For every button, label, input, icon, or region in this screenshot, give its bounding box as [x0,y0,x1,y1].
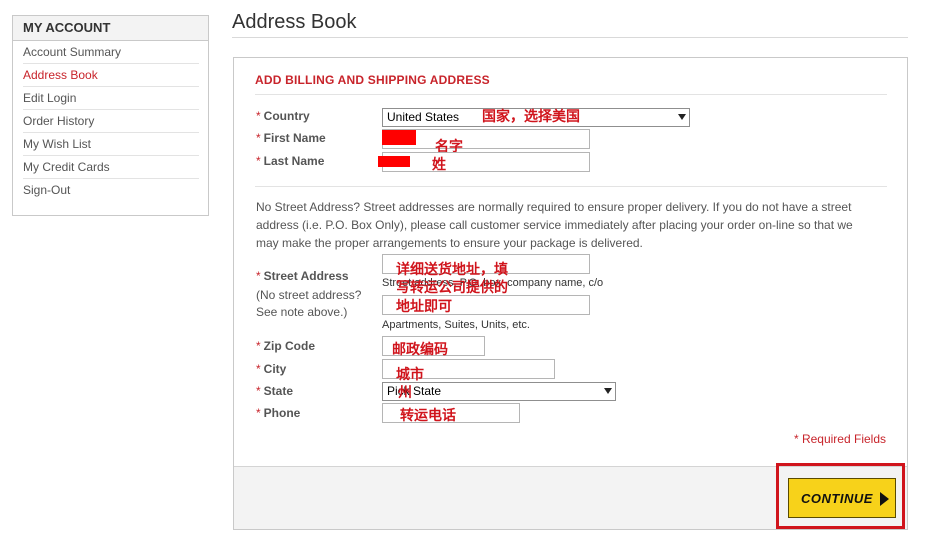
phone-label-text: Phone [263,406,301,420]
zip-annotation: 邮政编码 [392,341,448,357]
required-star: * [256,269,261,283]
street-address-line2-hint: Apartments, Suites, Units, etc. [382,319,530,331]
title-divider [232,37,908,38]
required-fields-note: * Required Fields [793,432,886,446]
required-star: * [256,339,261,353]
state-label: * State [256,384,293,398]
last-name-label: * Last Name [256,154,324,168]
phone-label: * Phone [256,406,300,420]
state-select[interactable]: Pick State [382,382,616,401]
state-label-text: State [263,384,294,398]
required-star: * [256,131,261,145]
country-select-value: United States [387,110,460,124]
country-annotation: 国家，选择美国 [482,108,580,124]
continue-button[interactable]: CONTINUE [788,478,896,518]
redaction-mark [378,156,410,167]
street-annotation-2: 写转运公司提供的 [396,279,508,295]
last-name-label-text: Last Name [263,154,325,168]
address-form-panel: ADD BILLING AND SHIPPING ADDRESS * Countr… [233,57,908,530]
chevron-down-icon [604,388,612,394]
play-arrow-icon [880,492,889,506]
redaction-mark [382,130,416,145]
chevron-down-icon [678,114,686,120]
city-annotation: 城市 [396,366,424,382]
form-divider [255,186,887,187]
required-star: * [256,154,261,168]
page-title: Address Book [232,11,357,33]
sidebar-item-edit-login[interactable]: Edit Login [23,87,199,110]
last-name-input[interactable] [382,152,590,172]
country-label: * Country [256,109,310,123]
sidebar-nav: Account Summary Address Book Edit Login … [13,41,208,202]
street-address-label-text: Street Address [263,269,349,283]
sidebar-title: MY ACCOUNT [13,16,208,41]
state-annotation: 州 [398,384,412,400]
sidebar-item-credit-cards[interactable]: My Credit Cards [23,156,199,179]
street-annotation-1: 详细送货地址，填 [396,261,508,277]
section-divider [255,94,887,95]
city-label: * City [256,362,286,376]
no-street-address-note: No Street Address? Street addresses are … [256,200,853,250]
sidebar-item-order-history[interactable]: Order History [23,110,199,133]
section-title: ADD BILLING AND SHIPPING ADDRESS [255,73,490,87]
account-sidebar: MY ACCOUNT Account Summary Address Book … [12,15,209,216]
sidebar-item-account-summary[interactable]: Account Summary [23,41,199,64]
sidebar-item-sign-out[interactable]: Sign-Out [23,179,199,202]
address-form-body: ADD BILLING AND SHIPPING ADDRESS * Countr… [234,58,907,466]
first-name-label: * First Name [256,131,326,145]
required-star: * [256,109,261,123]
required-star: * [256,362,261,376]
street-annotation-3: 地址即可 [396,298,452,314]
required-star: * [256,406,261,420]
continue-button-label: CONTINUE [801,491,873,506]
sidebar-item-address-book[interactable]: Address Book [23,64,199,87]
phone-annotation: 转运电话 [400,407,456,423]
last-name-annotation: 姓 [432,156,446,172]
zip-code-label: * Zip Code [256,339,315,353]
required-star: * [256,384,261,398]
sidebar-item-wish-list[interactable]: My Wish List [23,133,199,156]
first-name-label-text: First Name [263,131,326,145]
city-label-text: City [263,362,287,376]
zip-code-label-text: Zip Code [263,339,315,353]
country-label-text: Country [263,109,310,123]
street-sublabel-1: (No street address? [256,288,362,302]
state-select-value: Pick State [387,384,442,398]
street-address-label: * Street Address [256,269,349,283]
street-sublabel-2: See note above.) [256,305,348,319]
